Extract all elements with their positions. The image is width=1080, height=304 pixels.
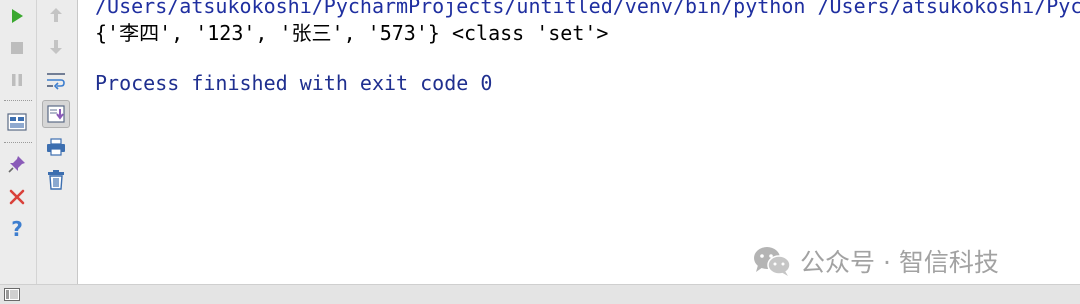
watermark: 公众号 · 智信科技: [752, 244, 999, 278]
console-toolbar: [37, 0, 78, 284]
toolbar-separator: [4, 142, 32, 143]
layout-icon: [7, 113, 27, 131]
pause-icon: [12, 74, 22, 86]
watermark-text: 公众号 · 智信科技: [800, 248, 999, 277]
run-toolbar: ?: [0, 0, 37, 284]
stop-icon: [11, 42, 23, 54]
previous-occurrence-button[interactable]: [43, 2, 69, 28]
status-bar: [0, 284, 1080, 304]
console-command-line: /Users/atsukokoshi/PycharmProjects/untit…: [95, 0, 1080, 18]
soft-wrap-icon: [47, 73, 65, 90]
pause-button[interactable]: [4, 67, 30, 93]
run-button[interactable]: [4, 3, 30, 29]
scroll-to-end-icon: [47, 105, 65, 123]
scroll-to-end-button[interactable]: [42, 100, 70, 128]
help-button[interactable]: ?: [4, 216, 30, 242]
close-icon: [9, 189, 25, 205]
up-arrow-icon: [50, 8, 62, 22]
help-icon: ?: [11, 218, 23, 240]
layout-button[interactable]: [4, 109, 30, 135]
tool-window-toggle-icon[interactable]: [4, 288, 20, 301]
next-occurrence-button[interactable]: [43, 34, 69, 60]
down-arrow-icon: [50, 40, 62, 54]
run-tool-window: ? /Users/atsukokoshi/PycharmProjects/unt…: [0, 0, 1080, 304]
clear-all-button[interactable]: [43, 167, 69, 193]
print-button[interactable]: [43, 134, 69, 160]
pin-button[interactable]: [4, 151, 30, 177]
console-exit-line: Process finished with exit code 0: [95, 71, 493, 95]
console-output[interactable]: /Users/atsukokoshi/PycharmProjects/untit…: [78, 0, 1080, 284]
toolbar-separator: [4, 100, 32, 101]
wechat-icon: [754, 247, 791, 276]
trash-icon: [48, 170, 64, 190]
pin-icon: [8, 156, 25, 173]
console-output-line: {'李四', '123', '张三', '573'} <class 'set'>: [95, 21, 609, 45]
run-icon: [12, 9, 23, 23]
soft-wrap-button[interactable]: [43, 67, 69, 93]
stop-button[interactable]: [4, 35, 30, 61]
close-button[interactable]: [4, 184, 30, 210]
print-icon: [47, 138, 65, 156]
svg-text:?: ?: [11, 218, 23, 240]
